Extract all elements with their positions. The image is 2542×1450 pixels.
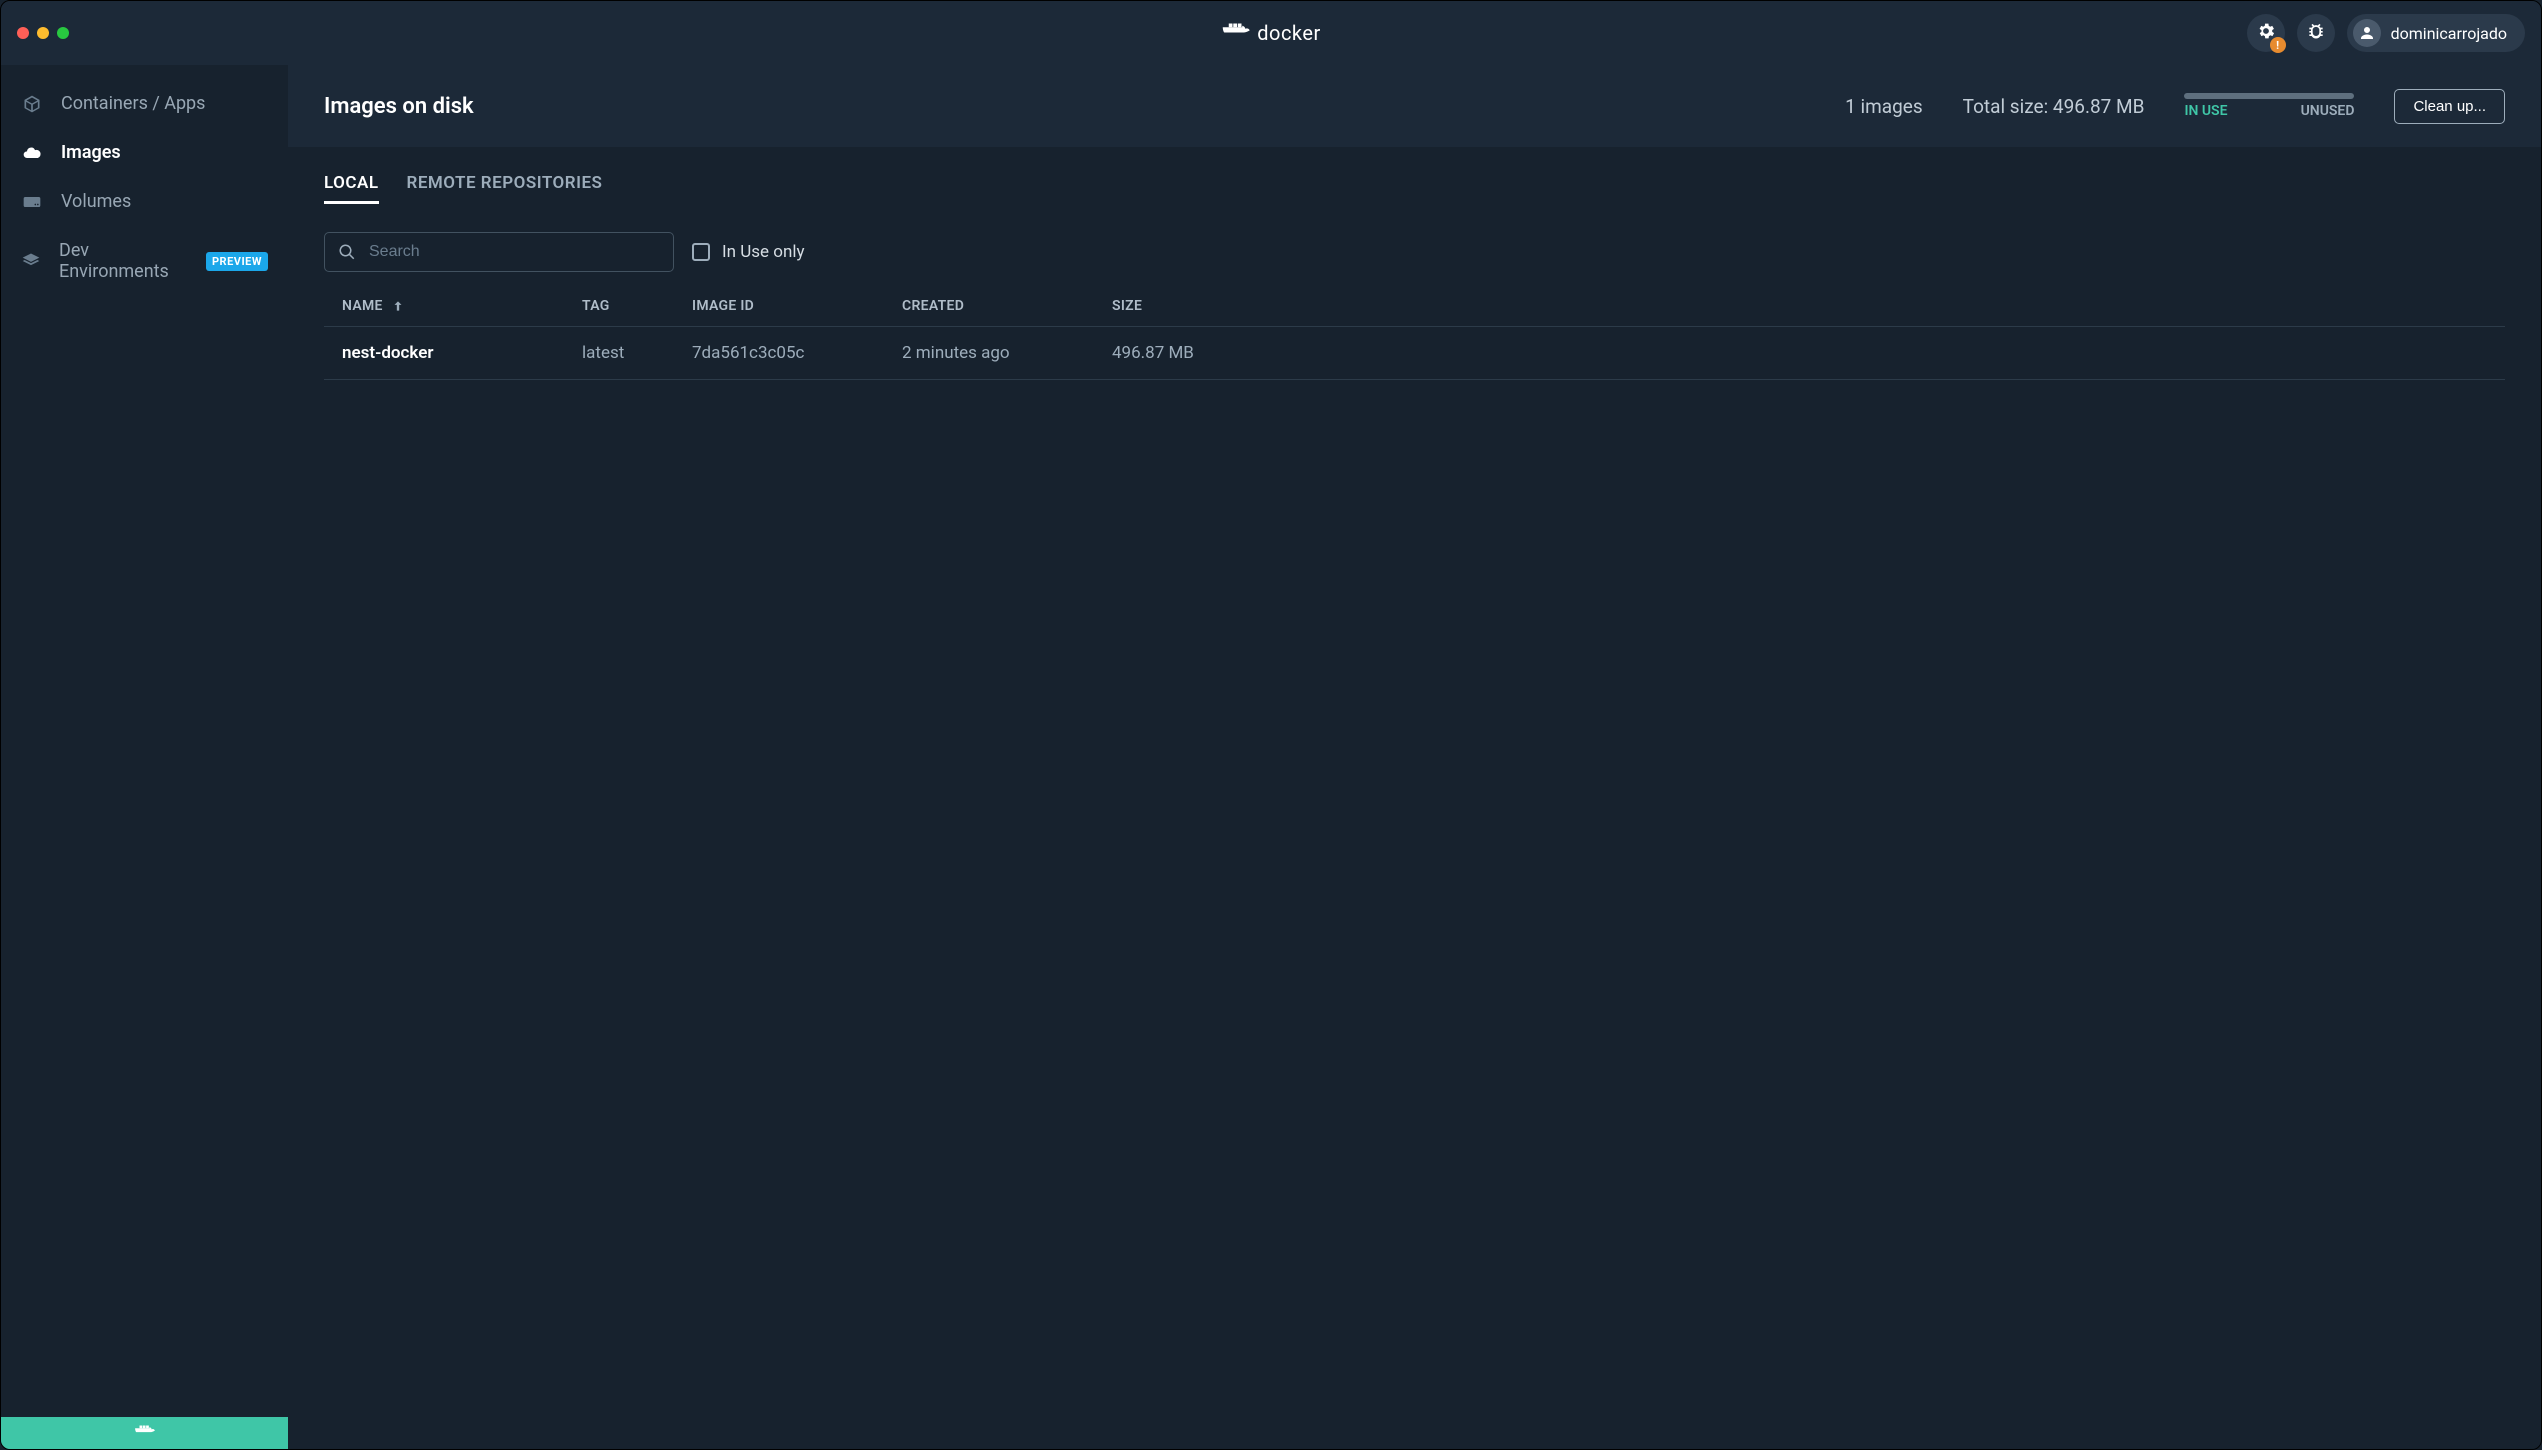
table-row[interactable]: nest-docker latest 7da561c3c05c 2 minute… — [324, 327, 2505, 380]
column-header-size[interactable]: SIZE — [1112, 298, 2487, 314]
docker-whale-icon — [1221, 20, 1251, 46]
filter-row: In Use only — [288, 204, 2541, 286]
sidebar-item-label: Images — [61, 142, 121, 163]
column-header-image-id[interactable]: IMAGE ID — [692, 298, 902, 314]
app-logo: docker — [1221, 20, 1320, 46]
cell-tag: latest — [582, 343, 692, 363]
search-input[interactable] — [324, 232, 674, 272]
app-window: docker ! dominicarrojado — [0, 0, 2542, 1450]
tab-remote-repositories[interactable]: REMOTE REPOSITORIES — [407, 173, 603, 204]
sidebar-item-volumes[interactable]: Volumes — [1, 177, 288, 226]
column-header-tag[interactable]: TAG — [582, 298, 692, 314]
column-header-label: NAME — [342, 298, 383, 314]
cube-icon — [21, 94, 43, 114]
sort-asc-icon — [391, 299, 405, 313]
nav-list: Containers / Apps Images Volumes — [1, 65, 288, 296]
search-icon — [338, 243, 356, 261]
layers-icon — [21, 251, 41, 271]
sidebar: Containers / Apps Images Volumes — [1, 65, 288, 1449]
window-maximize-button[interactable] — [57, 27, 69, 39]
account-menu[interactable]: dominicarrojado — [2347, 14, 2525, 52]
cloud-icon — [21, 143, 43, 163]
tab-local[interactable]: LOCAL — [324, 173, 379, 204]
in-use-only-checkbox[interactable]: In Use only — [692, 242, 805, 262]
bug-icon — [2306, 21, 2326, 45]
titlebar: docker ! dominicarrojado — [1, 1, 2541, 65]
account-name: dominicarrojado — [2391, 24, 2507, 43]
search-field-wrap — [324, 232, 674, 272]
sidebar-item-images[interactable]: Images — [1, 128, 288, 177]
settings-button[interactable]: ! — [2247, 14, 2285, 52]
tabs: LOCAL REMOTE REPOSITORIES — [288, 147, 2541, 204]
drive-icon — [21, 192, 43, 212]
column-header-name[interactable]: NAME — [342, 298, 582, 314]
content-header: Images on disk 1 images Total size: 496.… — [288, 65, 2541, 147]
troubleshoot-button[interactable] — [2297, 14, 2335, 52]
sidebar-item-dev-environments[interactable]: Dev Environments PREVIEW — [1, 226, 288, 296]
usage-bar — [2184, 93, 2354, 99]
page-title: Images on disk — [324, 94, 474, 119]
sidebar-item-label: Dev Environments — [59, 240, 188, 282]
cell-image-id: 7da561c3c05c — [692, 343, 902, 363]
docker-whale-icon — [134, 1423, 156, 1443]
user-avatar-icon — [2353, 19, 2381, 47]
sidebar-item-containers[interactable]: Containers / Apps — [1, 79, 288, 128]
window-minimize-button[interactable] — [37, 27, 49, 39]
column-header-created[interactable]: CREATED — [902, 298, 1112, 314]
in-use-only-label: In Use only — [722, 242, 805, 262]
cell-size: 496.87 MB — [1112, 343, 2487, 363]
main-content: Images on disk 1 images Total size: 496.… — [288, 65, 2541, 1449]
usage-indicator: IN USE UNUSED — [2184, 93, 2354, 119]
window-close-button[interactable] — [17, 27, 29, 39]
cell-created: 2 minutes ago — [902, 343, 1112, 363]
total-size: Total size: 496.87 MB — [1963, 95, 2145, 118]
sidebar-item-label: Containers / Apps — [61, 93, 205, 114]
window-controls — [17, 27, 69, 39]
usage-unused-label: UNUSED — [2301, 103, 2355, 119]
sidebar-item-label: Volumes — [61, 191, 131, 212]
settings-alert-badge: ! — [2270, 37, 2286, 53]
image-count: 1 images — [1845, 95, 1923, 118]
table-header: NAME TAG IMAGE ID CREATED SIZE — [324, 286, 2505, 327]
preview-badge: PREVIEW — [206, 252, 268, 271]
images-table: NAME TAG IMAGE ID CREATED SIZE nest-dock… — [288, 286, 2541, 380]
usage-inuse-label: IN USE — [2184, 103, 2227, 119]
app-name: docker — [1257, 21, 1320, 45]
sidebar-footer[interactable] — [1, 1417, 288, 1449]
cell-name: nest-docker — [342, 343, 582, 363]
clean-up-button[interactable]: Clean up... — [2394, 89, 2505, 124]
checkbox-box-icon — [692, 243, 710, 261]
